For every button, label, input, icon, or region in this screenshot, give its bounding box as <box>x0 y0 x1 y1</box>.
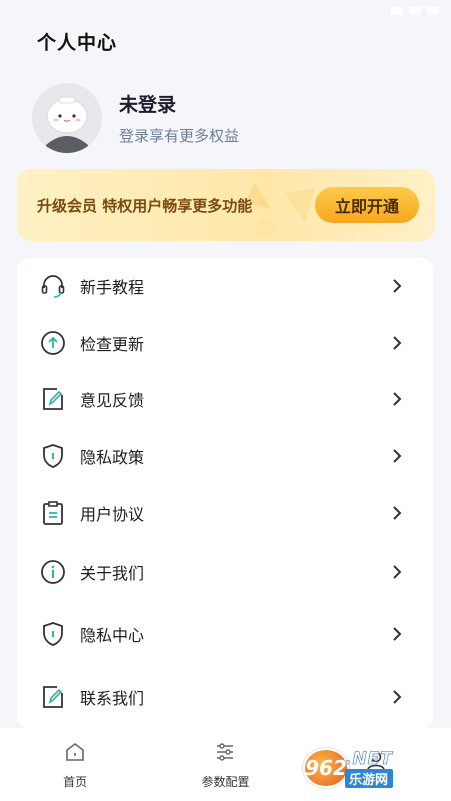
arrow-up-circle-icon <box>39 329 67 357</box>
watermark-cn: 乐游网 <box>345 768 393 788</box>
menu-label: 检查更新 <box>80 335 145 354</box>
tab-settings[interactable]: 参数配置 <box>165 739 285 790</box>
avatar[interactable] <box>32 83 102 153</box>
profile-name[interactable]: 未登录 <box>119 90 239 117</box>
menu-item-feedback[interactable]: 意见反馈 <box>17 372 433 426</box>
chevron-right-icon <box>393 627 402 641</box>
chevron-right-icon <box>393 336 402 350</box>
menu-item-privacy-center[interactable]: 隐私中心 <box>17 607 433 661</box>
watermark-number: 962 <box>303 748 349 788</box>
watermark-net: .NET <box>345 748 393 769</box>
chevron-right-icon <box>393 565 402 579</box>
vip-banner[interactable]: 升级会员 特权用户畅享更多功能 立即开通 <box>17 169 435 241</box>
chevron-right-icon <box>393 690 402 704</box>
tab-label: 参数配置 <box>201 775 250 789</box>
menu-label: 新手教程 <box>80 278 145 297</box>
edit-icon <box>39 683 67 711</box>
menu-label: 联系我们 <box>80 689 145 708</box>
wifi-icon <box>409 7 421 15</box>
clipboard-icon <box>39 499 67 527</box>
info-icon <box>39 558 67 586</box>
vip-activate-button[interactable]: 立即开通 <box>315 187 419 223</box>
tab-label: 首页 <box>63 775 88 789</box>
battery-icon <box>427 7 439 15</box>
menu-item-contact-us[interactable]: 联系我们 <box>17 670 433 724</box>
headset-icon <box>39 272 67 300</box>
menu-list: 新手教程 检查更新 意见反馈 隐私政策 用户协议 关于我们 隐私中心 联系我们 <box>17 258 433 728</box>
site-watermark: 962 .NET 乐游网 <box>303 745 443 791</box>
menu-item-tutorial[interactable]: 新手教程 <box>17 259 433 313</box>
chevron-right-icon <box>393 279 402 293</box>
sliders-icon <box>212 739 238 765</box>
shield-icon <box>39 620 67 648</box>
status-bar <box>0 0 451 22</box>
menu-item-user-agreement[interactable]: 用户协议 <box>17 486 433 540</box>
chevron-right-icon <box>393 506 402 520</box>
menu-label: 隐私政策 <box>80 448 145 467</box>
menu-label: 关于我们 <box>80 564 145 583</box>
menu-item-privacy-policy[interactable]: 隐私政策 <box>17 429 433 483</box>
menu-item-about-us[interactable]: 关于我们 <box>17 545 433 599</box>
home-icon <box>62 739 88 765</box>
menu-label: 意见反馈 <box>80 391 145 410</box>
profile-subtitle: 登录享有更多权益 <box>119 127 240 145</box>
chevron-right-icon <box>393 392 402 406</box>
signal-icon <box>391 7 403 15</box>
shield-icon <box>39 442 67 470</box>
menu-label: 隐私中心 <box>80 626 145 645</box>
menu-label: 用户协议 <box>80 505 145 524</box>
vip-promo-text: 升级会员 特权用户畅享更多功能 <box>37 196 253 215</box>
chevron-right-icon <box>393 449 402 463</box>
profile-section[interactable]: 未登录 登录享有更多权益 <box>32 82 431 154</box>
menu-item-check-update[interactable]: 检查更新 <box>17 316 433 370</box>
page-title: 个人中心 <box>37 32 118 54</box>
edit-icon <box>39 385 67 413</box>
default-avatar-icon <box>32 83 102 153</box>
tab-home[interactable]: 首页 <box>15 739 135 790</box>
